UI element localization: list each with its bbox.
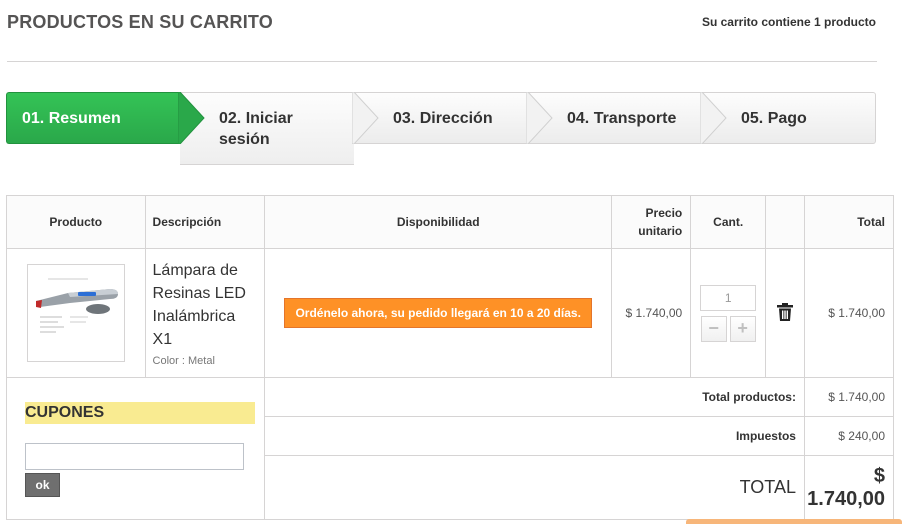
step-arrow-icon xyxy=(352,92,379,144)
totals-products-row: CUPONES ok Total productos: $ 1.740,00 xyxy=(6,377,895,520)
header-unit-price: Precio unitario xyxy=(611,195,692,249)
unit-price: $ 1.740,00 xyxy=(611,248,692,378)
tax-label: Impuestos xyxy=(264,416,805,456)
table-row: Lámpara de Resinas LED Inalámbrica X1 Co… xyxy=(6,248,895,378)
product-name[interactable]: Lámpara de Resinas LED Inalámbrica X1 xyxy=(153,259,257,351)
tax-value: $ 240,00 xyxy=(803,416,895,456)
step-direccion[interactable]: 03. Dirección xyxy=(354,92,528,144)
header-total: Total xyxy=(803,195,895,249)
product-image[interactable] xyxy=(26,264,125,362)
cart-summary: Su carrito contiene 1 producto xyxy=(701,15,876,29)
page-title: PRODUCTOS EN SU CARRITO xyxy=(7,12,273,32)
coupon-ok-button[interactable]: ok xyxy=(25,473,60,497)
divider xyxy=(7,61,877,62)
grand-total-label: TOTAL xyxy=(264,455,805,520)
total-products-label: Total productos: xyxy=(264,377,805,417)
coupon-section: CUPONES ok xyxy=(6,377,265,520)
checkout-button-edge[interactable] xyxy=(686,519,902,524)
checkout-steps: 01. Resumen 02. Iniciar sesión 03. Direc… xyxy=(6,92,876,165)
grand-total-value: $ 1.740,00 xyxy=(803,455,895,520)
header-delete xyxy=(765,195,805,249)
quantity-input[interactable]: 1 xyxy=(700,284,757,311)
step-iniciar-sesion[interactable]: 02. Iniciar sesión xyxy=(180,92,354,165)
step-label: 01. Resumen xyxy=(22,109,121,127)
product-attribute: Color : Metal xyxy=(152,355,215,367)
step-pago[interactable]: 05. Pago xyxy=(702,92,876,144)
increase-qty-button[interactable]: + xyxy=(729,315,756,342)
lamp-product-icon xyxy=(27,265,124,361)
availability-badge: Ordénelo ahora, su pedido llegará en 10 … xyxy=(284,298,592,328)
step-transporte[interactable]: 04. Transporte xyxy=(528,92,702,144)
header-qty: Cant. xyxy=(690,195,767,249)
coupon-title: CUPONES xyxy=(25,402,255,424)
cart-table: Producto Descripción Disponibilidad Prec… xyxy=(6,195,895,520)
decrease-qty-button[interactable]: − xyxy=(700,315,727,342)
step-arrow-icon xyxy=(700,92,727,144)
header-description: Descripción xyxy=(144,195,266,249)
step-arrow-icon xyxy=(526,92,553,144)
table-header-row: Producto Descripción Disponibilidad Prec… xyxy=(6,195,895,249)
step-arrow-icon xyxy=(178,92,205,144)
header-product: Producto xyxy=(6,195,146,249)
line-total: $ 1.740,00 xyxy=(803,248,895,378)
step-resumen[interactable]: 01. Resumen xyxy=(6,92,180,144)
header-availability: Disponibilidad xyxy=(263,195,613,249)
quantity-stepper: − + xyxy=(691,315,765,342)
total-products-value: $ 1.740,00 xyxy=(803,377,895,417)
coupon-input[interactable] xyxy=(25,443,244,470)
trash-icon[interactable] xyxy=(777,302,794,321)
